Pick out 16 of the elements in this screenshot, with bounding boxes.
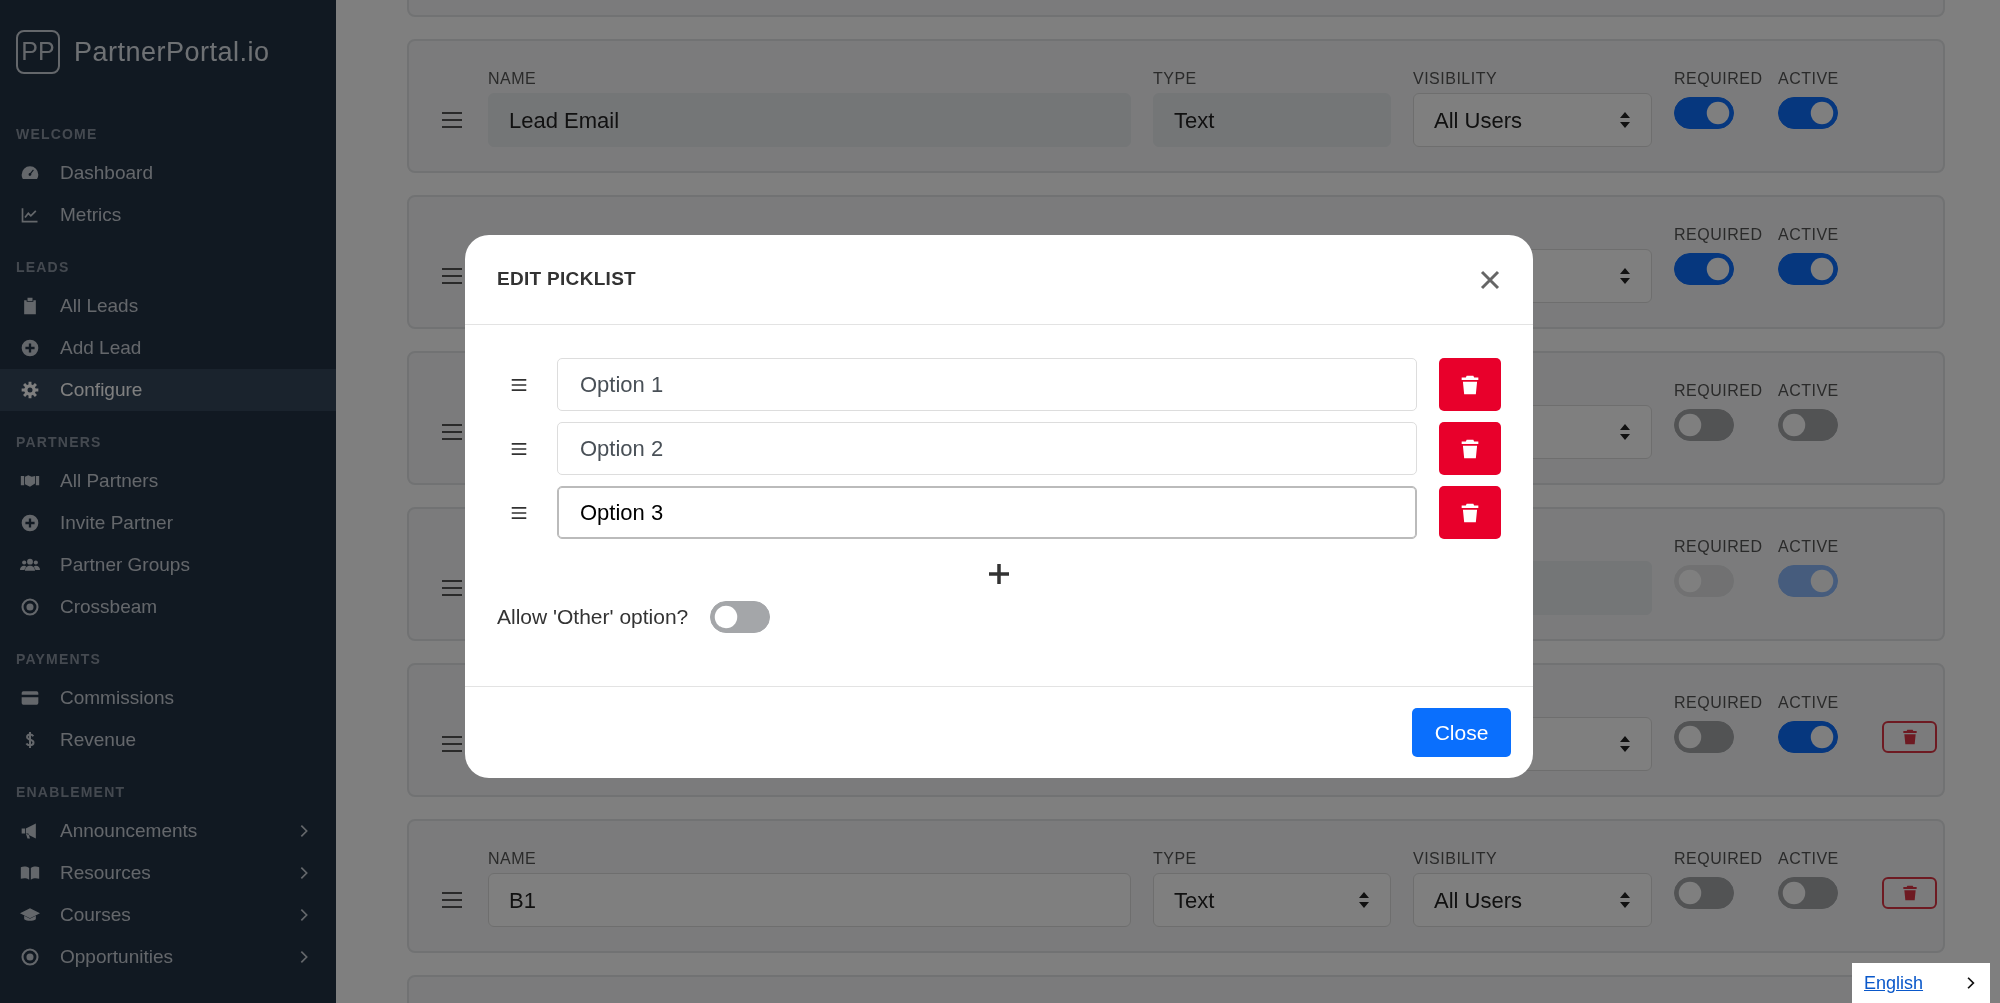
modal-title: EDIT PICKLIST bbox=[497, 267, 636, 292]
field-label: ACTIVE bbox=[1778, 693, 1840, 711]
field-label: ACTIVE bbox=[1778, 537, 1840, 555]
field-label: ACTIVE bbox=[1778, 381, 1840, 399]
field-label: TYPE bbox=[1153, 849, 1198, 867]
field-label: NAME bbox=[488, 69, 538, 87]
field-label: VISIBILITY bbox=[1413, 69, 1499, 87]
readonly-field: Text bbox=[1153, 93, 1391, 147]
field-label: NAME bbox=[488, 849, 538, 867]
readonly-field: Lead Email bbox=[488, 93, 1131, 147]
field-label: ACTIVE bbox=[1778, 69, 1840, 87]
field-label: ACTIVE bbox=[1778, 849, 1840, 867]
option-label: Allow 'Other' option? bbox=[497, 604, 689, 631]
field-label: VISIBILITY bbox=[1413, 849, 1499, 867]
field-label: TYPE bbox=[1153, 69, 1198, 87]
field-label: ACTIVE bbox=[1778, 225, 1840, 243]
